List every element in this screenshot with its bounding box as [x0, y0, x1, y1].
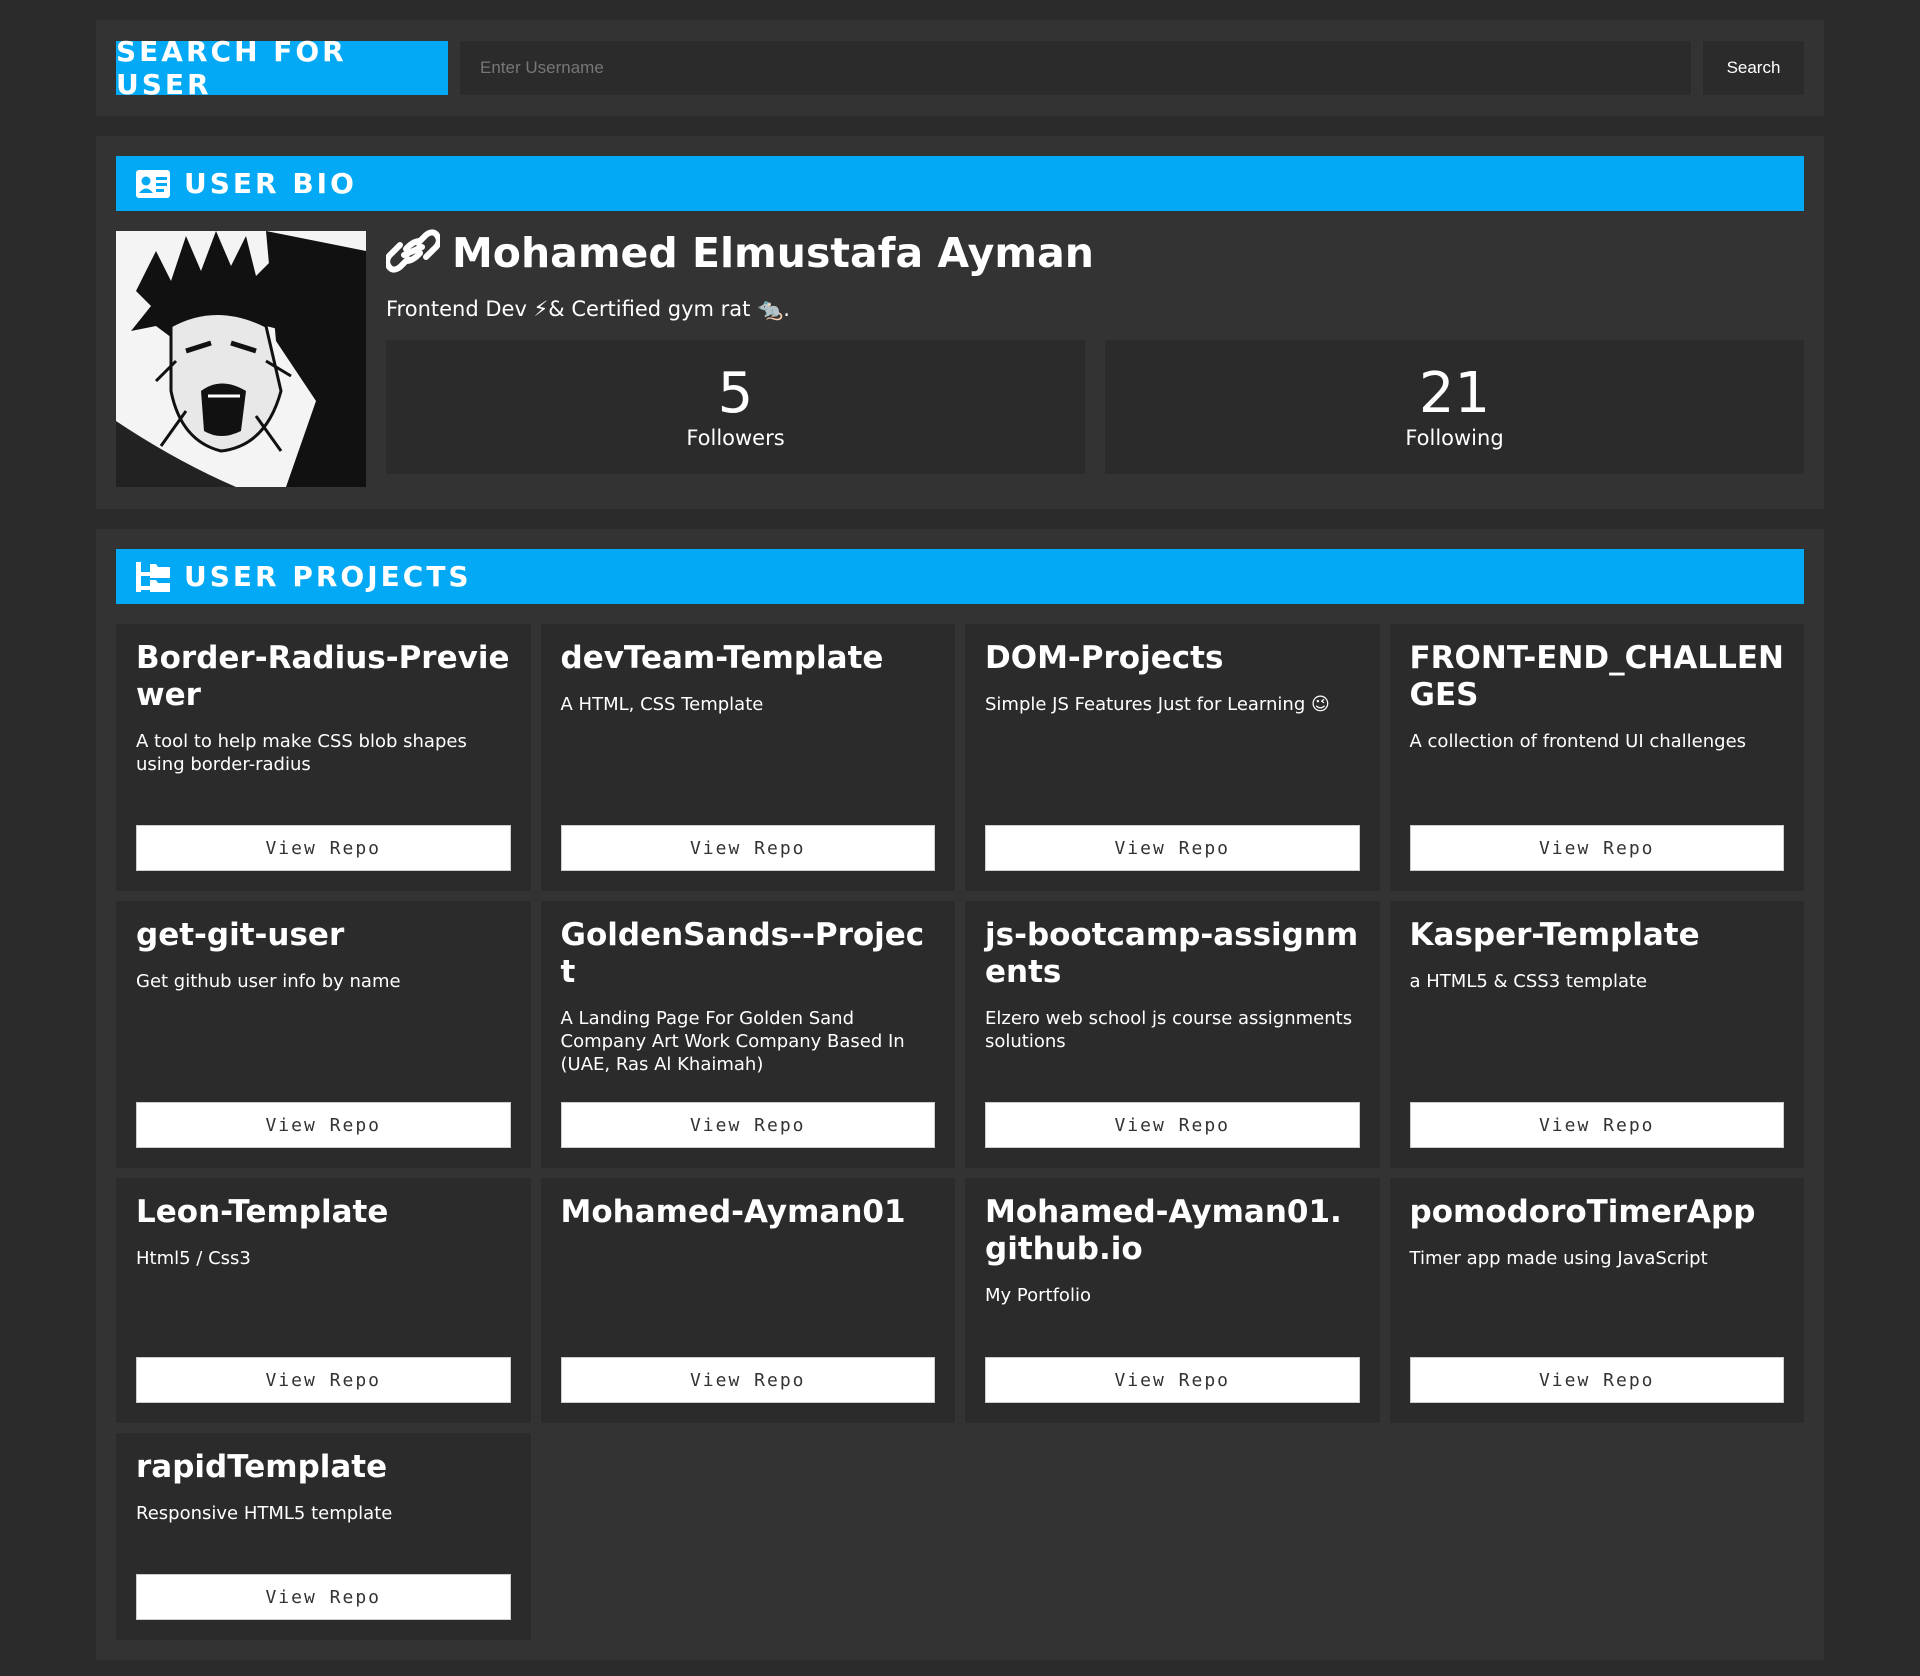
project-description: Simple JS Features Just for Learning 😉: [985, 694, 1330, 715]
view-repo-button[interactable]: View Repo: [985, 1357, 1360, 1403]
project-description: Get github user info by name: [136, 971, 401, 992]
project-name: Mohamed-Ayman01.github.io: [985, 1194, 1342, 1267]
project-card: devTeam-Template A HTML, CSS Template Vi…: [540, 624, 955, 891]
project-name: Border-Radius-Previewer: [136, 640, 510, 713]
projects-panel: User Projects Border-Radius-Previewer A …: [96, 529, 1824, 1660]
following-stat: 21 Following: [1105, 340, 1804, 474]
project-name: FRONT-END_CHALLENGES: [1409, 640, 1784, 713]
bio-panel: User Bio: [96, 136, 1824, 509]
project-card: GoldenSands--Project A Landing Page For …: [540, 901, 955, 1168]
projects-header-title: User Projects: [184, 560, 472, 593]
bio-header-title: User Bio: [184, 167, 357, 200]
view-repo-button[interactable]: View Repo: [1409, 825, 1784, 871]
followers-count: 5: [717, 361, 754, 426]
project-description: A Landing Page For Golden Sand Company A…: [560, 1008, 905, 1075]
project-card: Mohamed-Ayman01 View Repo: [540, 1178, 955, 1423]
project-name: DOM-Projects: [985, 640, 1224, 676]
avatar: [116, 231, 366, 487]
project-description: Responsive HTML5 template: [136, 1503, 393, 1524]
search-panel: Search For User Search: [96, 20, 1824, 116]
project-card: DOM-Projects Simple JS Features Just for…: [965, 624, 1380, 891]
project-name: Mohamed-Ayman01: [560, 1194, 906, 1230]
project-card: js-bootcamp-assignments Elzero web schoo…: [965, 901, 1380, 1168]
link-icon[interactable]: [384, 229, 442, 277]
projects-header: User Projects: [116, 549, 1804, 604]
page: Search For User Search User Bio: [96, 20, 1824, 1660]
user-bio-text: Frontend Dev ⚡& Certified gym rat 🐀.: [386, 297, 790, 321]
project-name: js-bootcamp-assignments: [985, 917, 1359, 990]
view-repo-button[interactable]: View Repo: [560, 1357, 935, 1403]
view-repo-button[interactable]: View Repo: [136, 825, 511, 871]
project-card: get-git-user Get github user info by nam…: [116, 901, 531, 1168]
project-card: rapidTemplate Responsive HTML5 template …: [116, 1433, 531, 1640]
projects-grid: Border-Radius-Previewer A tool to help m…: [116, 624, 1804, 1640]
stats: 5 Followers 21 Following: [386, 340, 1804, 474]
project-card: Leon-Template Html5 / Css3 View Repo: [116, 1178, 531, 1423]
project-name: pomodoroTimerApp: [1409, 1194, 1756, 1230]
project-description: Timer app made using JavaScript: [1409, 1248, 1708, 1269]
project-description: a HTML5 & CSS3 template: [1409, 971, 1648, 992]
following-count: 21: [1418, 361, 1491, 426]
user-name: Mohamed Elmustafa Ayman: [452, 229, 1094, 277]
bio-name-row: Mohamed Elmustafa Ayman: [384, 227, 1804, 279]
project-card: Border-Radius-Previewer A tool to help m…: [116, 624, 531, 891]
project-description: Elzero web school js course assignments …: [985, 1008, 1353, 1052]
project-card: FRONT-END_CHALLENGES A collection of fro…: [1389, 624, 1804, 891]
project-description: A tool to help make CSS blob shapes usin…: [136, 731, 467, 775]
project-name: rapidTemplate: [136, 1449, 388, 1485]
project-description: A collection of frontend UI challenges: [1409, 731, 1747, 752]
search-button[interactable]: Search: [1703, 41, 1804, 95]
view-repo-button[interactable]: View Repo: [1409, 1357, 1784, 1403]
project-name: devTeam-Template: [560, 640, 884, 676]
search-input[interactable]: [460, 41, 1691, 95]
view-repo-button[interactable]: View Repo: [1409, 1102, 1784, 1148]
bio-info: Mohamed Elmustafa Ayman Frontend Dev ⚡& …: [384, 229, 1804, 487]
bio-body: Mohamed Elmustafa Ayman Frontend Dev ⚡& …: [116, 229, 1804, 487]
view-repo-button[interactable]: View Repo: [560, 1102, 935, 1148]
view-repo-button[interactable]: View Repo: [136, 1357, 511, 1403]
project-name: Leon-Template: [136, 1194, 389, 1230]
project-card: Mohamed-Ayman01.github.io My Portfolio V…: [965, 1178, 1380, 1423]
view-repo-button[interactable]: View Repo: [136, 1574, 511, 1620]
project-name: GoldenSands--Project: [560, 917, 925, 990]
followers-label: Followers: [686, 426, 785, 450]
folder-tree-icon: [136, 561, 170, 592]
project-description: Html5 / Css3: [136, 1248, 251, 1269]
project-card: Kasper-Template a HTML5 & CSS3 template …: [1389, 901, 1804, 1168]
following-label: Following: [1405, 426, 1504, 450]
view-repo-button[interactable]: View Repo: [560, 825, 935, 871]
project-description: My Portfolio: [985, 1285, 1091, 1306]
view-repo-button[interactable]: View Repo: [136, 1102, 511, 1148]
search-title: Search For User: [116, 35, 448, 101]
followers-stat: 5 Followers: [386, 340, 1085, 474]
bio-header: User Bio: [116, 156, 1804, 211]
project-card: pomodoroTimerApp Timer app made using Ja…: [1389, 1178, 1804, 1423]
project-name: Kasper-Template: [1409, 917, 1700, 953]
view-repo-button[interactable]: View Repo: [985, 825, 1360, 871]
project-name: get-git-user: [136, 917, 345, 953]
id-card-icon: [136, 169, 170, 198]
view-repo-button[interactable]: View Repo: [985, 1102, 1360, 1148]
project-description: A HTML, CSS Template: [560, 694, 764, 715]
